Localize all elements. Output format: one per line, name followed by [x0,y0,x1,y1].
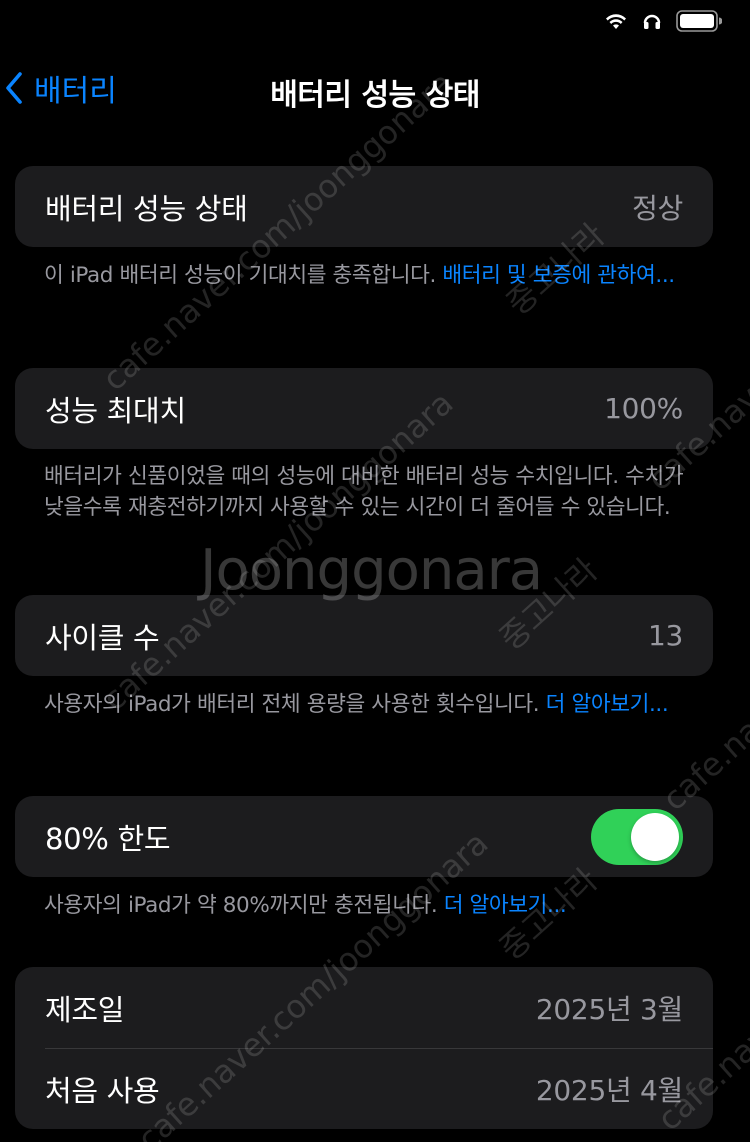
max-capacity-row: 성능 최대치 100% [15,368,713,449]
watermark-logo: Joonggonara [200,538,543,603]
headphones-icon [642,11,662,31]
manufacture-row: 제조일 2025년 3월 [15,967,713,1048]
cycle-count-label: 사이클 수 [45,620,160,655]
wifi-icon [604,11,628,31]
navigation-bar: 배터리 배터리 성능 상태 [0,60,750,116]
limit-row: 80% 한도 [15,796,713,877]
health-footer-text: 이 iPad 배터리 성능이 기대치를 충족합니다. [44,263,443,288]
manufacture-value: 2025년 3월 [535,992,683,1026]
cycle-count-value: 13 [647,619,683,652]
battery-health-screen: 배터리 배터리 성능 상태 배터리 성능 상태 정상 이 iPad 배터리 성능… [0,0,750,1142]
limit-learn-more-link[interactable]: 더 알아보기... [444,893,567,918]
health-row: 배터리 성능 상태 정상 [15,166,713,247]
health-footer: 이 iPad 배터리 성능이 기대치를 충족합니다. 배터리 및 보증에 관하여… [44,260,684,291]
limit-footer-text: 사용자의 iPad가 약 80%까지만 충전됩니다. [44,893,444,918]
dates-group: 제조일 2025년 3월 처음 사용 2025년 4월 [15,967,713,1129]
health-group: 배터리 성능 상태 정상 [15,166,713,247]
max-capacity-value: 100% [604,392,683,425]
limit-group: 80% 한도 [15,796,713,877]
status-bar [604,8,722,34]
max-capacity-group: 성능 최대치 100% [15,368,713,449]
manufacture-label: 제조일 [45,992,125,1027]
cycle-count-group: 사이클 수 13 [15,595,713,676]
limit-toggle[interactable] [591,808,683,865]
toggle-knob [631,812,679,861]
first-use-row: 처음 사용 2025년 4월 [15,1048,713,1129]
max-capacity-label: 성능 최대치 [45,393,186,428]
first-use-value: 2025년 4월 [535,1073,683,1107]
cycle-count-footer-text: 사용자의 iPad가 배터리 전체 용량을 사용한 횟수입니다. [44,692,546,717]
first-use-label: 처음 사용 [45,1073,160,1108]
cycle-learn-more-link[interactable]: 더 알아보기... [546,692,669,717]
limit-footer: 사용자의 iPad가 약 80%까지만 충전됩니다. 더 알아보기... [44,890,684,921]
battery-icon [676,10,722,32]
cycle-count-row: 사이클 수 13 [15,595,713,676]
page-title: 배터리 성능 상태 [270,78,480,113]
cycle-count-footer: 사용자의 iPad가 배터리 전체 용량을 사용한 횟수입니다. 더 알아보기.… [44,689,684,720]
max-capacity-footer: 배터리가 신품이었을 때의 성능에 대비한 배터리 성능 수치입니다. 수치가 … [44,464,684,520]
health-value: 정상 [632,191,683,225]
battery-warranty-link[interactable]: 배터리 및 보증에 관하여... [442,263,675,288]
health-label: 배터리 성능 상태 [45,191,248,226]
limit-label: 80% 한도 [45,821,171,856]
